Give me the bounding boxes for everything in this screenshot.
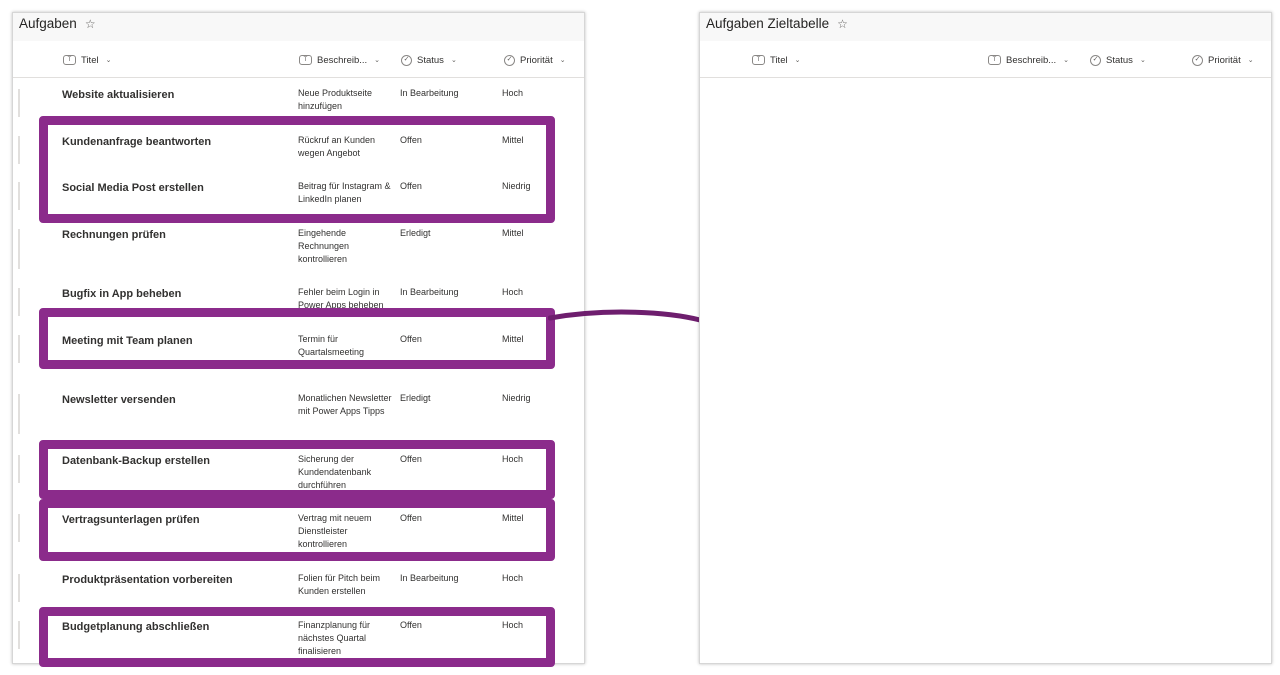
list-title: Aufgaben Zieltabelle ☆ <box>706 16 848 31</box>
row-status: In Bearbeitung <box>400 573 459 583</box>
row-title[interactable]: Website aktualisieren <box>62 89 174 101</box>
row-selector[interactable] <box>18 335 20 363</box>
row-status: Offen <box>400 620 422 630</box>
text-column-icon: T <box>988 55 1001 65</box>
row-priority: Mittel <box>502 135 524 145</box>
column-label-beschreibung: Beschreib... <box>317 54 368 66</box>
chevron-down-icon: ⌄ <box>374 57 381 64</box>
row-title[interactable]: Datenbank-Backup erstellen <box>62 455 210 467</box>
row-priority: Hoch <box>502 454 524 464</box>
row-priority: Niedrig <box>502 181 531 191</box>
row-description: Vertrag mit neuem Dienstleister kontroll… <box>298 513 372 549</box>
star-icon[interactable]: ☆ <box>85 17 96 31</box>
row-status: Erledigt <box>400 228 431 238</box>
column-label-titel: Titel <box>81 54 99 66</box>
column-label-prioritaet: Priorität <box>1208 54 1241 66</box>
text-column-icon: T <box>752 55 765 65</box>
chevron-down-icon: ⌄ <box>1139 57 1146 64</box>
column-header-prioritaet[interactable]: ✓ Priorität ⌄ <box>504 52 566 68</box>
row-description: Sicherung der Kundendatenbank durchführe… <box>298 454 372 490</box>
column-header-status[interactable]: ✓ Status ⌄ <box>401 52 457 68</box>
row-selector[interactable] <box>18 288 20 316</box>
row-status: Offen <box>400 454 422 464</box>
column-label-prioritaet: Priorität <box>520 54 553 66</box>
chevron-down-icon: ⌄ <box>559 57 566 64</box>
row-selector[interactable] <box>18 229 20 269</box>
choice-column-icon: ✓ <box>504 54 515 66</box>
column-header-status[interactable]: ✓ Status ⌄ <box>1090 52 1146 68</box>
column-label-beschreibung: Beschreib... <box>1006 54 1057 66</box>
list-title: Aufgaben ☆ <box>19 16 96 31</box>
row-priority: Hoch <box>502 573 524 583</box>
row-selector[interactable] <box>18 136 20 164</box>
row-title[interactable]: Kundenanfrage beantworten <box>62 136 211 148</box>
row-title[interactable]: Produktpräsentation vorbereiten <box>62 574 233 586</box>
row-title[interactable]: Budgetplanung abschließen <box>62 621 209 633</box>
row-description: Finanzplanung für nächstes Quartal final… <box>298 620 371 656</box>
column-header-beschreibung[interactable]: T Beschreib... ⌄ <box>988 52 1069 68</box>
row-selector[interactable] <box>18 182 20 210</box>
row-description: Monatlichen Newsletter mit Power Apps Ti… <box>298 393 392 416</box>
row-priority: Mittel <box>502 228 524 238</box>
choice-column-icon: ✓ <box>1192 54 1203 66</box>
row-status: Offen <box>400 513 422 523</box>
list-title-text: Aufgaben Zieltabelle <box>706 16 830 31</box>
row-description: Fehler beim Login in Power Apps beheben <box>298 287 384 310</box>
chevron-down-icon: ⌄ <box>1063 57 1070 64</box>
column-header-row: T Titel ⌄ T Beschreib... ⌄ ✓ Status ⌄ ✓ … <box>700 41 1271 78</box>
row-title[interactable]: Social Media Post erstellen <box>62 182 204 194</box>
star-icon[interactable]: ☆ <box>837 17 848 31</box>
column-header-titel[interactable]: T Titel ⌄ <box>63 52 111 68</box>
text-column-icon: T <box>63 55 76 65</box>
column-label-titel: Titel <box>770 54 788 66</box>
row-description: Beitrag für Instagram & LinkedIn planen <box>298 181 391 204</box>
text-column-icon: T <box>299 55 312 65</box>
list-header-strip <box>13 13 584 41</box>
row-title[interactable]: Newsletter versenden <box>62 394 176 406</box>
row-status: Erledigt <box>400 393 431 403</box>
row-description: Termin für Quartalsmeeting <box>298 334 365 357</box>
column-label-status: Status <box>1106 54 1133 66</box>
column-header-titel[interactable]: T Titel ⌄ <box>752 52 800 68</box>
row-description: Eingehende Rechnungen kontrollieren <box>298 228 350 264</box>
row-description: Folien für Pitch beim Kunden erstellen <box>298 573 381 596</box>
row-description: Neue Produktseite hinzufügen <box>298 88 373 111</box>
row-status: Offen <box>400 181 422 191</box>
source-list-panel: Aufgaben ☆ T Titel ⌄ T Beschreib... ⌄ ✓ … <box>12 12 585 664</box>
column-header-row: T Titel ⌄ T Beschreib... ⌄ ✓ Status ⌄ ✓ … <box>13 41 584 78</box>
row-selector[interactable] <box>18 621 20 649</box>
chevron-down-icon: ⌄ <box>794 57 801 64</box>
row-selector[interactable] <box>18 394 20 434</box>
chevron-down-icon: ⌄ <box>450 57 457 64</box>
list-title-text: Aufgaben <box>19 16 77 31</box>
row-priority: Hoch <box>502 287 524 297</box>
row-selector[interactable] <box>18 455 20 483</box>
row-status: Offen <box>400 334 422 344</box>
row-selector[interactable] <box>18 89 20 117</box>
row-title[interactable]: Vertragsunterlagen prüfen <box>62 514 200 526</box>
row-title[interactable]: Bugfix in App beheben <box>62 288 181 300</box>
row-priority: Niedrig <box>502 393 531 403</box>
row-selector[interactable] <box>18 574 20 602</box>
chevron-down-icon: ⌄ <box>1247 57 1254 64</box>
row-priority: Mittel <box>502 513 524 523</box>
row-status: In Bearbeitung <box>400 287 459 297</box>
row-priority: Mittel <box>502 334 524 344</box>
row-selector[interactable] <box>18 514 20 542</box>
row-status: In Bearbeitung <box>400 88 459 98</box>
choice-column-icon: ✓ <box>401 54 412 66</box>
row-title[interactable]: Rechnungen prüfen <box>62 229 166 241</box>
target-list-panel: Aufgaben Zieltabelle ☆ T Titel ⌄ T Besch… <box>699 12 1272 664</box>
row-status: Offen <box>400 135 422 145</box>
row-title[interactable]: Meeting mit Team planen <box>62 335 193 347</box>
choice-column-icon: ✓ <box>1090 54 1101 66</box>
row-description: Rückruf an Kunden wegen Angebot <box>298 135 376 158</box>
row-priority: Hoch <box>502 88 524 98</box>
column-header-beschreibung[interactable]: T Beschreib... ⌄ <box>299 52 380 68</box>
column-label-status: Status <box>417 54 444 66</box>
column-header-prioritaet[interactable]: ✓ Priorität ⌄ <box>1192 52 1254 68</box>
row-priority: Hoch <box>502 620 524 630</box>
chevron-down-icon: ⌄ <box>105 57 112 64</box>
